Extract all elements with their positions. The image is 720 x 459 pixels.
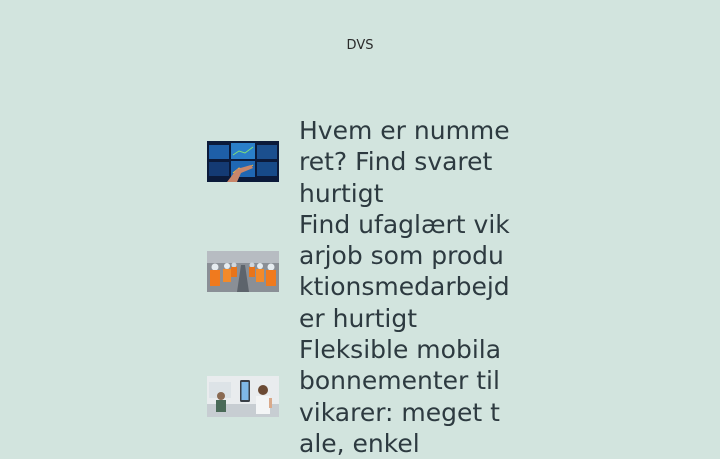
article-thumbnail[interactable] (207, 376, 279, 418)
woman-phone-image (207, 376, 279, 418)
article-link[interactable]: Fleksible mobilabonnementer til vikarer:… (207, 334, 527, 459)
article-headline[interactable]: Hvem er nummeret? Find svaret hurtigt (299, 115, 514, 209)
trading-screens-image (207, 141, 279, 183)
article-thumbnail[interactable] (207, 250, 279, 292)
article-link[interactable]: Find ufaglært vikarjob som produktionsme… (207, 209, 527, 334)
article-headline[interactable]: Find ufaglært vikarjob som produktionsme… (299, 209, 514, 334)
article-list: Hvem er nummeret? Find svaret hurtigt Fi… (207, 115, 527, 459)
article-thumbnail[interactable] (207, 141, 279, 183)
article-link[interactable]: Hvem er nummeret? Find svaret hurtigt (207, 115, 527, 209)
article-headline[interactable]: Fleksible mobilabonnementer til vikarer:… (299, 334, 514, 459)
factory-workers-image (207, 250, 279, 292)
site-title[interactable]: DVS (0, 38, 720, 53)
